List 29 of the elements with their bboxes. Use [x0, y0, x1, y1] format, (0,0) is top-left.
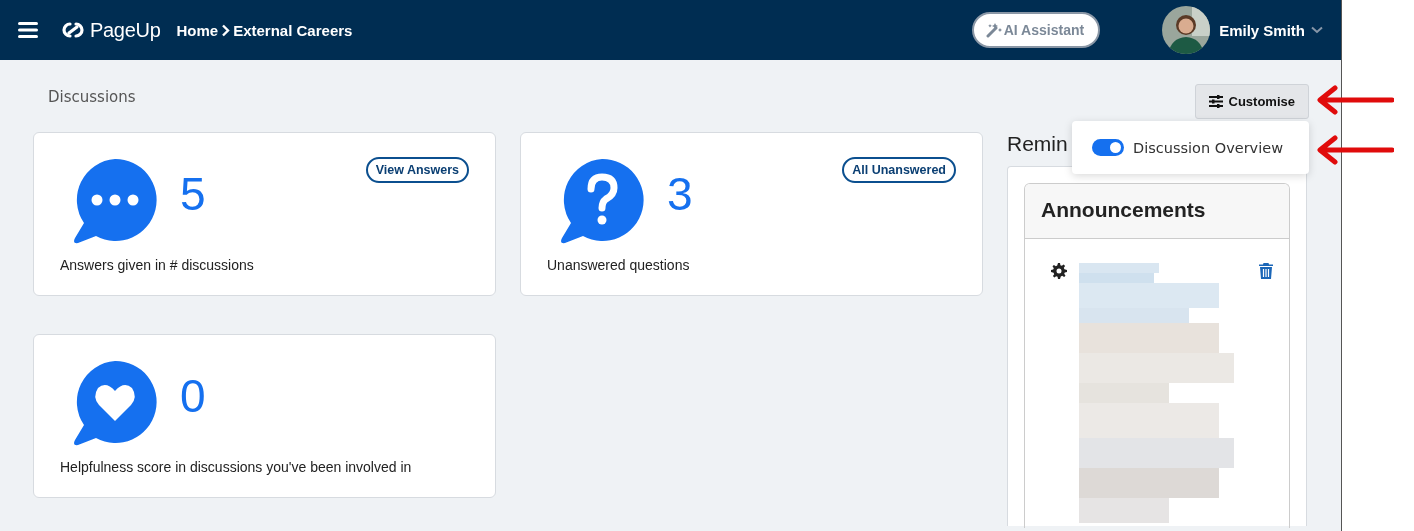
stat-value: 0: [180, 373, 206, 419]
action-button[interactable]: View Answers: [365, 157, 469, 183]
sliders-icon: [1208, 95, 1223, 108]
breadcrumb-link[interactable]: Home: [176, 21, 219, 39]
magic-wand-icon: [985, 22, 1002, 38]
brand-name[interactable]: PageUp: [90, 18, 161, 42]
stat-caption: Answers given in # discussions: [60, 257, 255, 273]
breadcrumb-link[interactable]: External Careers: [233, 21, 353, 39]
stat-value: 3: [667, 171, 693, 217]
menu-icon[interactable]: [18, 22, 38, 38]
chevron-right-icon: [221, 23, 231, 37]
option-label: Discussion Overview: [1133, 139, 1283, 156]
trash-icon[interactable]: [1259, 263, 1273, 279]
ai-assistant-button[interactable]: AI Assistant: [971, 12, 1101, 48]
menu-option[interactable]: Discussion Overview: [1092, 139, 1309, 156]
chevron-down-icon[interactable]: [1311, 26, 1323, 34]
card-title: Announcements: [1025, 184, 1289, 239]
toggle-switch[interactable]: [1092, 139, 1124, 156]
logo-icon: [60, 20, 86, 40]
customise-button[interactable]: Customise: [1194, 84, 1309, 119]
stat-caption: Unanswered questions: [547, 257, 691, 273]
user-name[interactable]: Emily Smith: [1219, 21, 1305, 39]
stat-value: 5: [180, 171, 206, 217]
action-button[interactable]: All Unanswered: [842, 157, 956, 183]
avatar[interactable]: [1162, 6, 1211, 54]
section-heading: Remin: [1007, 132, 1068, 157]
settings-icon[interactable]: [1051, 263, 1067, 279]
page-title: Discussions: [48, 88, 136, 108]
stat-caption: Helpfulness score in discussions you've been involved in: [60, 459, 413, 475]
